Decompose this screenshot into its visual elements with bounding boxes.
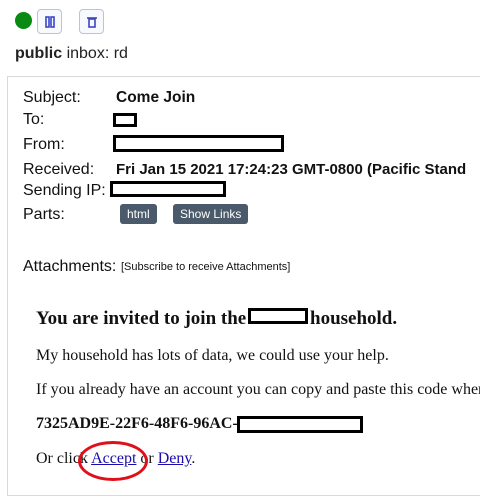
to-redaction <box>113 113 137 127</box>
sending-ip-redaction <box>110 181 226 197</box>
or-click-text: Or click <box>36 450 88 467</box>
top-toolbar: public inbox: rd <box>0 0 480 78</box>
deny-link[interactable]: Deny <box>158 450 192 467</box>
pause-icon <box>44 15 55 28</box>
heading-end: household. <box>310 308 398 329</box>
inbox-name: rd <box>113 45 128 62</box>
accept-link[interactable]: Accept <box>91 450 136 467</box>
heading-start: You are invited to join the <box>36 308 247 329</box>
subject-value: Come Join <box>116 89 196 106</box>
to-label: To: <box>23 111 45 128</box>
invite-heading: You are invited to join the household. <box>36 308 397 330</box>
code-redaction <box>237 416 363 433</box>
part-html-button[interactable]: html <box>120 204 157 224</box>
received-value: Fri Jan 15 2021 17:24:23 GMT-0800 (Pacif… <box>116 161 467 178</box>
body-paragraph-1: My household has lots of data, we could … <box>36 347 389 364</box>
or-text: or <box>140 450 154 467</box>
inbox-label: inbox: <box>66 45 110 62</box>
sending-ip-label: Sending IP: <box>23 182 106 199</box>
delete-button[interactable] <box>79 9 104 34</box>
body-paragraph-2: If you already have an account you can c… <box>36 381 480 398</box>
invite-code: 7325AD9E-22F6-48F6-96AC- <box>36 415 238 432</box>
trash-icon <box>86 16 97 28</box>
subscribe-attachments-link[interactable]: [Subscribe to receive Attachments] <box>121 261 290 273</box>
status-online-icon <box>15 12 32 29</box>
action-line: Or click Accept or Deny. <box>36 450 195 468</box>
inbox-visibility: public <box>15 45 63 62</box>
inbox-title: public inbox: rd <box>15 45 128 63</box>
household-redaction <box>248 308 308 324</box>
show-links-button[interactable]: Show Links <box>173 204 249 224</box>
from-label: From: <box>23 136 65 153</box>
period-text: . <box>191 450 196 467</box>
parts-label: Parts: <box>23 206 65 223</box>
from-redaction <box>113 135 284 152</box>
attachments-label: Attachments: <box>23 258 117 275</box>
pause-button[interactable] <box>37 9 62 34</box>
received-label: Received: <box>23 161 95 178</box>
subject-label: Subject: <box>23 89 81 106</box>
